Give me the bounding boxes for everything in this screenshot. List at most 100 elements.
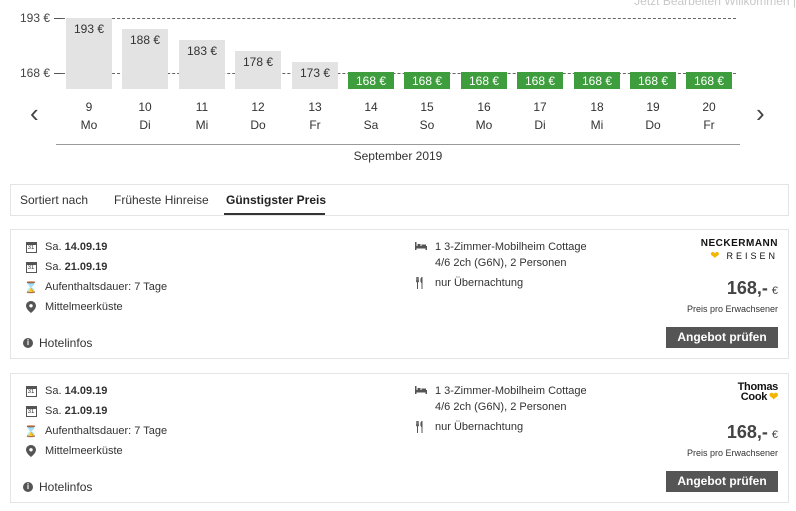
bed-icon	[415, 385, 427, 398]
day-number: 17	[533, 100, 547, 114]
calendar-icon: 31	[25, 385, 37, 397]
hotelinfo-label: Hotelinfos	[39, 336, 93, 350]
day-number: 11	[195, 100, 209, 114]
chart-bar-day-18[interactable]: 168 €	[574, 72, 620, 89]
bed-icon	[415, 241, 427, 254]
room-line-2: 4/6 2ch (G6N), 2 Personen	[435, 401, 567, 413]
bar-price-label: 183 €	[186, 44, 218, 58]
departure-prefix: Sa.	[45, 241, 62, 253]
check-offer-button[interactable]: Angebot prüfen	[666, 327, 778, 348]
chart-bar-day-14[interactable]: 168 €	[348, 72, 394, 89]
chart-bar-day-17[interactable]: 168 €	[517, 72, 563, 89]
active-sort-underline	[224, 213, 325, 215]
price-chart: 193 € 168 € 193 € 9 Mo 188 € 10 Di 183 € 11 Mi 17…	[0, 0, 796, 170]
day-number: 18	[590, 100, 604, 114]
operator-logo: NECKERMANN ❤ REISEN	[701, 238, 778, 262]
heart-icon: ❤	[769, 391, 778, 403]
room-details: 1 3-Zimmer-Mobilheim Cottage 4/6 2ch (G6…	[415, 240, 615, 330]
day-name: Do	[645, 118, 661, 132]
hourglass-icon: ⌛	[24, 281, 38, 294]
currency: €	[771, 285, 778, 297]
bar-price-label: 193 €	[73, 22, 105, 36]
chart-bar-day-13[interactable]: 173 €	[292, 62, 338, 89]
day-number: 12	[251, 100, 265, 114]
bar-price-label: 168 €	[524, 74, 556, 88]
cutlery-icon	[415, 421, 427, 436]
return-prefix: Sa.	[45, 405, 62, 417]
operator-logo-line2: REISEN	[726, 250, 778, 261]
day-number: 19	[646, 100, 660, 114]
room-details: 1 3-Zimmer-Mobilheim Cottage 4/6 2ch (G6…	[415, 384, 615, 474]
bar-price-label: 168 €	[355, 74, 387, 88]
day-number: 9	[85, 100, 93, 114]
y-tick-bottom	[54, 73, 62, 74]
bar-price-label: 168 €	[581, 74, 613, 88]
operator-logo-line2: Cook	[740, 391, 768, 403]
operator-logo: Thomas Cook ❤	[738, 382, 779, 403]
day-name: So	[419, 118, 435, 132]
y-tick-top	[54, 18, 62, 19]
bar-price-label: 168 €	[637, 74, 669, 88]
hourglass-icon: ⌛	[24, 425, 38, 438]
chart-bar-day-16[interactable]: 168 €	[461, 72, 507, 89]
price-amount: 168,-	[726, 422, 768, 442]
hotelinfo-link[interactable]: i Hotelinfos	[23, 336, 92, 350]
return-prefix: Sa.	[45, 261, 62, 273]
day-number: 20	[702, 100, 716, 114]
chart-bar-day-11[interactable]: 183 €	[179, 40, 225, 89]
day-number: 14	[364, 100, 378, 114]
day-name: Fr	[703, 118, 715, 132]
next-dates-arrow[interactable]: ›	[756, 100, 765, 126]
return-date: 21.09.19	[64, 261, 108, 273]
sort-earliest-departure[interactable]: Früheste Hinreise	[114, 193, 209, 207]
stay-duration: Aufenthaltsdauer: 7 Tage	[45, 425, 168, 437]
chart-baseline	[56, 144, 740, 145]
offer-card: 31 Sa. 14.09.19 31 Sa. 21.09.19 ⌛ Aufent…	[10, 229, 789, 359]
price-amount: 168,-	[726, 278, 768, 298]
calendar-icon: 31	[25, 241, 37, 253]
board-type: nur Übernachtung	[435, 421, 524, 433]
calendar-icon: 31	[25, 405, 37, 417]
operator-logo-line2-wrap: Cook ❤	[738, 391, 779, 403]
board-type: nur Übernachtung	[435, 277, 524, 289]
reference-line-top	[62, 18, 736, 19]
location-pin-icon	[25, 445, 37, 457]
day-name: Mo	[475, 118, 493, 132]
prev-dates-arrow[interactable]: ‹	[30, 100, 39, 126]
hotelinfo-link[interactable]: i Hotelinfos	[23, 480, 92, 494]
bar-price-label: 168 €	[411, 74, 443, 88]
day-number: 16	[477, 100, 491, 114]
day-number: 13	[308, 100, 322, 114]
operator-logo-line1: NECKERMANN	[700, 238, 778, 249]
day-name: Di	[534, 118, 546, 132]
chart-bar-day-9[interactable]: 193 €	[66, 18, 112, 89]
heart-icon: ❤	[710, 250, 723, 262]
sort-cheapest-price[interactable]: Günstigster Preis	[226, 193, 326, 207]
region: Mittelmeerküste	[45, 445, 123, 457]
return-date: 21.09.19	[64, 405, 108, 417]
price-note: Preis pro Erwachsener	[686, 448, 778, 458]
day-name: Do	[250, 118, 266, 132]
y-label-bottom: 168 €	[19, 66, 50, 80]
chart-bar-day-19[interactable]: 168 €	[630, 72, 676, 89]
chart-bar-day-15[interactable]: 168 €	[404, 72, 450, 89]
bar-price-label: 168 €	[468, 74, 500, 88]
bar-price-label: 173 €	[299, 66, 331, 80]
info-icon: i	[23, 482, 33, 492]
bar-price-label: 188 €	[129, 33, 161, 47]
chart-bar-day-10[interactable]: 188 €	[122, 29, 168, 89]
check-offer-button[interactable]: Angebot prüfen	[666, 471, 778, 492]
room-line-2: 4/6 2ch (G6N), 2 Personen	[435, 257, 567, 269]
chart-bar-day-20[interactable]: 168 €	[686, 72, 732, 89]
hotelinfo-label: Hotelinfos	[39, 480, 93, 494]
departure-date: 14.09.19	[64, 241, 108, 253]
price-note: Preis pro Erwachsener	[686, 304, 778, 314]
y-label-top: 193 €	[19, 11, 50, 25]
day-name: Mi	[590, 118, 604, 132]
price: 168,- €	[727, 422, 778, 443]
chart-bar-day-12[interactable]: 178 €	[235, 51, 281, 89]
currency: €	[771, 429, 778, 441]
info-icon: i	[23, 338, 33, 348]
month-label: September 2019	[353, 149, 443, 163]
calendar-icon: 31	[25, 261, 37, 273]
